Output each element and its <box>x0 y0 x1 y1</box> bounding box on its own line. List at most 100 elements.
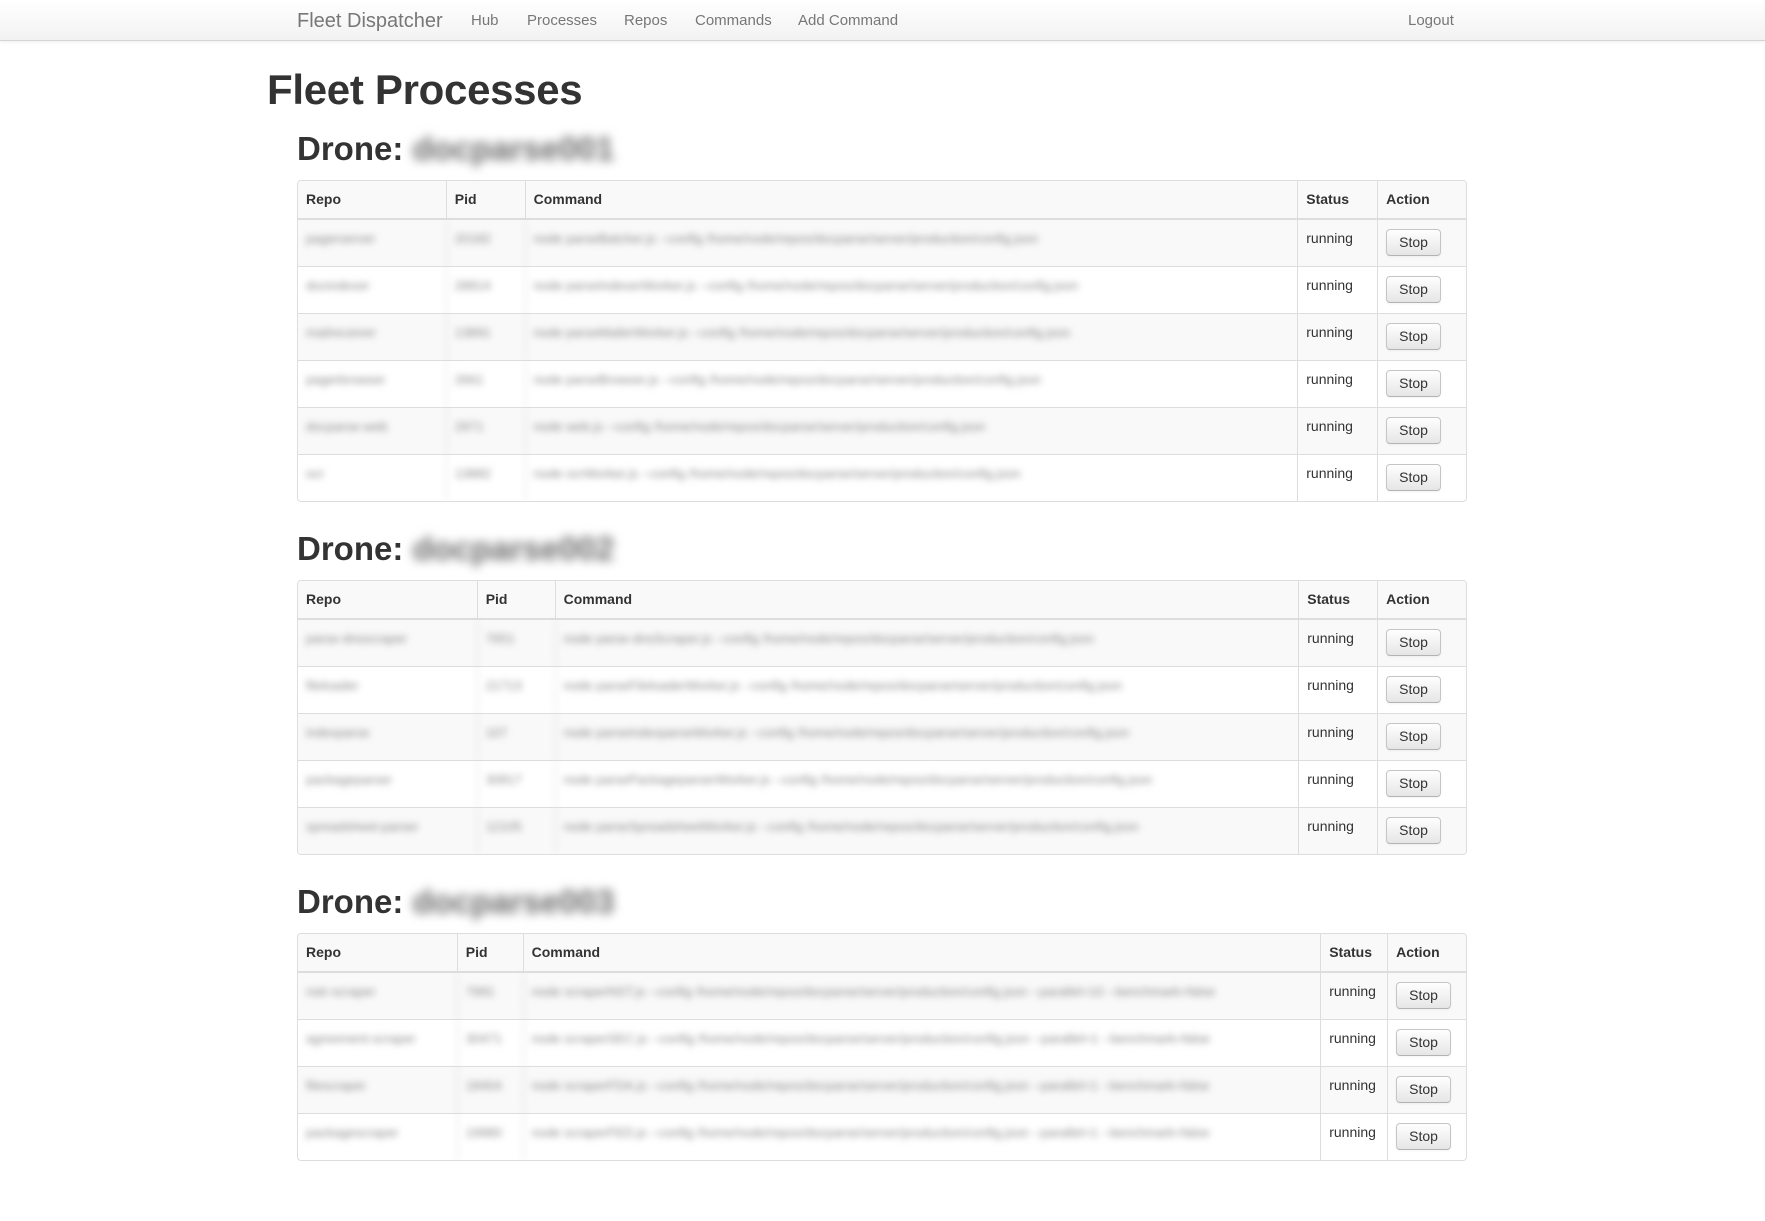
command-cell: node parseSpreadsheetWorker.js --config … <box>554 808 1299 854</box>
pid-cell: 18404 <box>456 1067 523 1113</box>
drone-heading: Drone: docparse003 <box>297 883 614 921</box>
command-cell: node parsePackageparserWorker.js --confi… <box>554 761 1299 807</box>
command-cell: node parseFileloaderWorker.js --config /… <box>554 667 1299 713</box>
action-cell: Stop <box>1377 220 1466 266</box>
command-cell: node parse-dnsScraper.js --config /home/… <box>554 620 1299 666</box>
column-header-repo: Repo <box>306 591 341 607</box>
table-row: mailreceiver 13891 node parseMailerWorker.… <box>298 313 1466 360</box>
command-cell: node parseIndexerWorker.js --config /hom… <box>524 267 1298 313</box>
status-cell: running <box>1297 314 1377 360</box>
pid-cell: 2661 <box>445 361 525 407</box>
stop-button[interactable]: Stop <box>1386 629 1441 656</box>
repo-cell: docparse-web <box>306 419 388 434</box>
column-header-pid: Pid <box>476 581 555 618</box>
table-row: parse-dnsscraper 7651 node parse-dnsScrape… <box>298 619 1466 666</box>
action-cell: Stop <box>1377 267 1466 313</box>
command-cell: node scraperFDA.js --config /home/node/r… <box>522 1067 1321 1113</box>
repo-cell: pagerserver <box>306 231 376 246</box>
nav-processes[interactable]: Processes <box>527 12 597 29</box>
stop-button[interactable]: Stop <box>1386 464 1441 491</box>
pid-cell: 12105 <box>476 808 555 854</box>
drone-heading: Drone: docparse001 <box>297 130 614 168</box>
pid-cell: 13882 <box>445 455 525 501</box>
repo-cell: filescraper <box>306 1078 366 1093</box>
table-row: indexparse 107 node parseIndexparseWorker.… <box>298 713 1466 760</box>
pid-cell: 30471 <box>456 1020 523 1066</box>
table-row: nstr-scraper 7991 node scraperNST.js --con… <box>298 972 1466 1019</box>
command-cell: node scraperSEC.js --config /home/node/r… <box>522 1020 1321 1066</box>
command-cell: node scraperFED.js --config /home/node/r… <box>522 1114 1321 1160</box>
column-header-pid: Pid <box>445 181 525 218</box>
brand-logo[interactable]: Fleet Dispatcher <box>297 10 443 33</box>
status-cell: running <box>1297 361 1377 407</box>
pid-cell: 21713 <box>476 667 555 713</box>
column-header-status: Status <box>1320 934 1387 971</box>
status-cell: running <box>1298 761 1377 807</box>
column-header-status: Status <box>1297 181 1377 218</box>
action-cell: Stop <box>1387 1020 1466 1066</box>
nav-hub[interactable]: Hub <box>471 12 499 29</box>
table-row: docparse-web 2971 node web.js --config /ho… <box>298 407 1466 454</box>
table-row: spreadsheet-parser 12105 node parseSpreads… <box>298 807 1466 854</box>
stop-button[interactable]: Stop <box>1386 417 1441 444</box>
column-header-repo: Repo <box>306 944 341 960</box>
command-cell: node parseBrowser.js --config /home/node… <box>524 361 1298 407</box>
repo-cell: spreadsheet-parser <box>306 819 419 834</box>
stop-button[interactable]: Stop <box>1386 276 1441 303</box>
column-header-command: Command <box>524 181 1298 218</box>
repo-cell: packagescraper <box>306 1125 399 1140</box>
pid-cell: 30817 <box>476 761 555 807</box>
stop-button[interactable]: Stop <box>1386 370 1441 397</box>
command-cell: node scraperNST.js --config /home/node/r… <box>522 973 1321 1019</box>
action-cell: Stop <box>1377 714 1466 760</box>
stop-button[interactable]: Stop <box>1396 1076 1451 1103</box>
stop-button[interactable]: Stop <box>1386 676 1441 703</box>
stop-button[interactable]: Stop <box>1396 982 1451 1009</box>
stop-button[interactable]: Stop <box>1386 723 1441 750</box>
status-cell: running <box>1297 408 1377 454</box>
drone-name: docparse002 <box>412 530 615 567</box>
nav-add-command[interactable]: Add Command <box>798 12 898 29</box>
column-header-action: Action <box>1377 181 1466 218</box>
repo-cell: indexparse <box>306 725 370 740</box>
repo-cell: docindexer <box>306 278 370 293</box>
status-cell: running <box>1320 1067 1387 1113</box>
repo-cell: mailreceiver <box>306 325 377 340</box>
stop-button[interactable]: Stop <box>1396 1123 1451 1150</box>
status-cell: running <box>1320 973 1387 1019</box>
drone-label: Drone: <box>297 530 404 567</box>
action-cell: Stop <box>1377 761 1466 807</box>
table-row: fileloader 21713 node parseFileloaderWorke… <box>298 666 1466 713</box>
logout-link[interactable]: Logout <box>1408 12 1454 29</box>
nav-repos[interactable]: Repos <box>624 12 667 29</box>
drone-name: docparse001 <box>412 130 615 167</box>
drone-label: Drone: <box>297 130 404 167</box>
action-cell: Stop <box>1387 973 1466 1019</box>
stop-button[interactable]: Stop <box>1396 1029 1451 1056</box>
command-cell: node parseMailerWorker.js --config /home… <box>524 314 1298 360</box>
table-row: filescraper 18404 node scraperFDA.js --con… <box>298 1066 1466 1113</box>
table-header: Repo Pid Command Status Action <box>298 181 1466 219</box>
stop-button[interactable]: Stop <box>1386 323 1441 350</box>
pid-cell: 28814 <box>445 267 525 313</box>
drone-name: docparse003 <box>412 883 615 920</box>
repo-cell: pagerbrowser <box>306 372 386 387</box>
repo-cell: parse-dnsscraper <box>306 631 408 646</box>
command-cell: node ocrWorker.js --config /home/node/re… <box>524 455 1298 501</box>
command-cell: node web.js --config /home/node/repos/do… <box>524 408 1298 454</box>
stop-button[interactable]: Stop <box>1386 770 1441 797</box>
stop-button[interactable]: Stop <box>1386 817 1441 844</box>
nav-commands[interactable]: Commands <box>695 12 772 29</box>
stop-button[interactable]: Stop <box>1386 229 1441 256</box>
status-cell: running <box>1297 220 1377 266</box>
table-row: packagescraper 19980 node scraperFED.js --… <box>298 1113 1466 1160</box>
action-cell: Stop <box>1377 361 1466 407</box>
status-cell: running <box>1320 1020 1387 1066</box>
pid-cell: 2971 <box>445 408 525 454</box>
table-header: Repo Pid Command Status Action <box>298 934 1466 972</box>
table-row: pagerbrowser 2661 node parseBrowser.js --c… <box>298 360 1466 407</box>
column-header-command: Command <box>522 934 1321 971</box>
page-title: Fleet Processes <box>267 66 583 113</box>
pid-cell: 7651 <box>476 620 555 666</box>
action-cell: Stop <box>1387 1067 1466 1113</box>
